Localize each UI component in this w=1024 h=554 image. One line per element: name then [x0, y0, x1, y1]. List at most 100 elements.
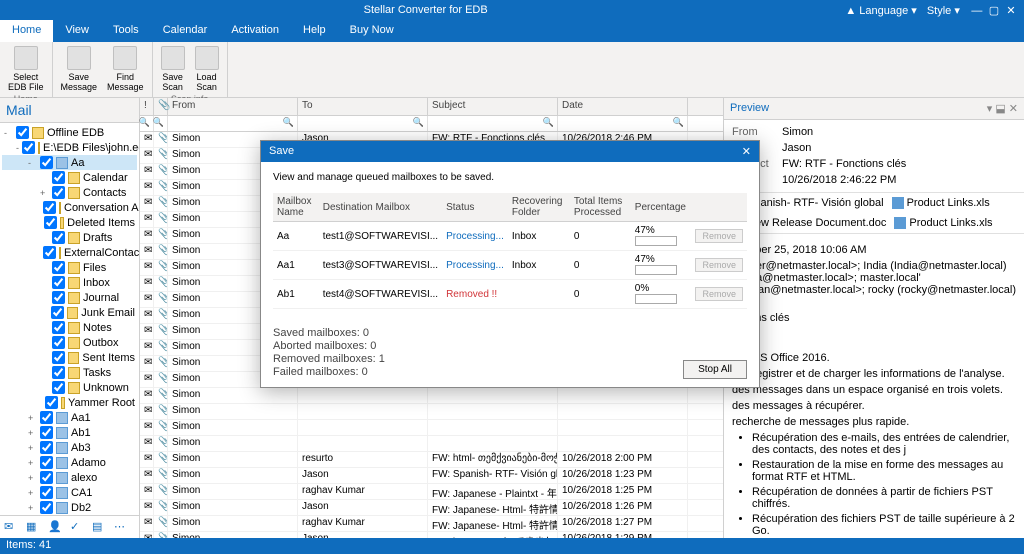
journal-icon[interactable]: ▤ — [92, 520, 106, 534]
tree-node[interactable]: Inbox — [2, 275, 137, 290]
tree-checkbox[interactable] — [52, 381, 65, 394]
tab-calendar[interactable]: Calendar — [151, 20, 220, 42]
ribbon-select-edb-file[interactable]: SelectEDB File — [6, 44, 46, 94]
tree-node[interactable]: +Adamo — [2, 455, 137, 470]
tree-node[interactable]: Junk Email — [2, 305, 137, 320]
ribbon-load-scan[interactable]: LoadScan — [193, 44, 221, 94]
tree-checkbox[interactable] — [52, 171, 65, 184]
maximize-button[interactable]: ▢ — [987, 4, 1001, 17]
mail-icon[interactable]: ✉ — [4, 520, 18, 534]
tree-node[interactable]: Outbox — [2, 335, 137, 350]
col-subject[interactable]: Subject — [428, 98, 558, 115]
table-row[interactable]: ✉📎Simonraghav KumarFW: Japanese- Html- 特… — [140, 516, 723, 532]
preview-pin-icon[interactable]: ▾ ⬓ ✕ — [987, 103, 1018, 115]
tree-node[interactable]: +Aa1 — [2, 410, 137, 425]
stop-all-button[interactable]: Stop All — [683, 360, 747, 379]
style-dropdown[interactable]: Style ▾ — [927, 4, 960, 17]
tree-checkbox[interactable] — [52, 261, 65, 274]
ribbon-save-message[interactable]: SaveMessage — [59, 44, 100, 94]
tree-checkbox[interactable] — [43, 246, 56, 259]
tab-view[interactable]: View — [53, 20, 101, 42]
tab-buy-now[interactable]: Buy Now — [338, 20, 406, 42]
tree-node[interactable]: Drafts — [2, 230, 137, 245]
ribbon-save-scan[interactable]: SaveScan — [159, 44, 187, 94]
tree-checkbox[interactable] — [40, 426, 53, 439]
close-button[interactable]: ✕ — [1004, 4, 1018, 17]
tab-activation[interactable]: Activation — [219, 20, 291, 42]
more-icon[interactable]: ⋯ — [114, 520, 128, 534]
table-row[interactable]: ✉📎Simonraghav KumarFW: Japanese - Plaint… — [140, 484, 723, 500]
tree-checkbox[interactable] — [40, 441, 53, 454]
tree-checkbox[interactable] — [52, 321, 65, 334]
tree-checkbox[interactable] — [40, 471, 53, 484]
folder-tree[interactable]: -Offline EDB-E:\EDB Files\john.edb-AaCal… — [0, 123, 139, 515]
tree-checkbox[interactable] — [40, 156, 53, 169]
tree-checkbox[interactable] — [40, 501, 53, 514]
tree-node[interactable]: +Ab3 — [2, 440, 137, 455]
tree-node[interactable]: Journal — [2, 290, 137, 305]
tree-node[interactable]: ExternalContacts — [2, 245, 137, 260]
attachment-item[interactable]: Product Links.xls — [894, 217, 992, 229]
remove-button[interactable]: Remove — [695, 287, 743, 301]
calendar-icon[interactable]: ▦ — [26, 520, 40, 534]
table-row[interactable]: ✉📎Simon — [140, 436, 723, 452]
tree-checkbox[interactable] — [43, 201, 56, 214]
table-row[interactable]: ✉📎Simon — [140, 420, 723, 436]
tree-node[interactable]: +alexo — [2, 470, 137, 485]
tree-node[interactable]: +Contacts — [2, 185, 137, 200]
tree-checkbox[interactable] — [52, 186, 65, 199]
tree-checkbox[interactable] — [52, 276, 65, 289]
table-row[interactable]: ✉📎Simon — [140, 404, 723, 420]
tree-node[interactable]: Sent Items — [2, 350, 137, 365]
table-row[interactable]: ✉📎SimonJasonFW: Japanese- Html- 特許情報源10/… — [140, 500, 723, 516]
tree-checkbox[interactable] — [44, 216, 57, 229]
tree-node[interactable]: Conversation Action S — [2, 200, 137, 215]
tree-node[interactable]: Deleted Items — [2, 215, 137, 230]
tree-node[interactable]: Unknown — [2, 380, 137, 395]
attachment-item[interactable]: Product Links.xls — [892, 197, 990, 209]
tree-node[interactable]: +Ab1 — [2, 425, 137, 440]
tasks-icon[interactable]: ✓ — [70, 520, 84, 534]
table-row[interactable]: ✉📎SimonJasonFW: japanese-rtf - できましたか10/… — [140, 532, 723, 538]
table-row[interactable]: ✉📎SimonJasonFW: Spanish- RTF- Visión glo… — [140, 468, 723, 484]
tree-checkbox[interactable] — [52, 351, 65, 364]
ribbon-find-message[interactable]: FindMessage — [105, 44, 146, 94]
tree-checkbox[interactable] — [40, 456, 53, 469]
tree-checkbox[interactable] — [51, 306, 64, 319]
tree-node[interactable]: -E:\EDB Files\john.edb — [2, 140, 137, 155]
dialog-close-button[interactable]: ✕ — [742, 145, 751, 158]
tab-help[interactable]: Help — [291, 20, 338, 42]
col-attach-icon[interactable]: 📎 — [154, 98, 168, 115]
tree-checkbox[interactable] — [16, 126, 29, 139]
tab-tools[interactable]: Tools — [101, 20, 151, 42]
grid-filter-row[interactable] — [140, 116, 723, 132]
remove-button[interactable]: Remove — [695, 258, 743, 272]
tree-node[interactable]: +Db2 — [2, 500, 137, 515]
tree-node[interactable]: -Aa — [2, 155, 137, 170]
tab-home[interactable]: Home — [0, 20, 53, 42]
tree-checkbox[interactable] — [52, 366, 65, 379]
tree-node[interactable]: Tasks — [2, 365, 137, 380]
contacts-icon[interactable]: 👤 — [48, 520, 62, 534]
tree-checkbox[interactable] — [22, 141, 35, 154]
tree-node[interactable]: Notes — [2, 320, 137, 335]
tree-checkbox[interactable] — [52, 291, 65, 304]
tree-checkbox[interactable] — [52, 231, 65, 244]
tree-node[interactable]: +CA1 — [2, 485, 137, 500]
language-dropdown[interactable]: ▲ Language ▾ — [845, 4, 916, 17]
tree-checkbox[interactable] — [40, 411, 53, 424]
tree-node[interactable]: Files — [2, 260, 137, 275]
tree-node[interactable]: -Offline EDB — [2, 125, 137, 140]
tree-checkbox[interactable] — [40, 486, 53, 499]
col-to[interactable]: To — [298, 98, 428, 115]
tree-node[interactable]: Calendar — [2, 170, 137, 185]
col-date[interactable]: Date — [558, 98, 688, 115]
col-from[interactable]: From — [168, 98, 298, 115]
table-row[interactable]: ✉📎Simon — [140, 388, 723, 404]
remove-button[interactable]: Remove — [695, 229, 743, 243]
col-icon[interactable]: ! — [140, 98, 154, 115]
table-row[interactable]: ✉📎SimonresurtoFW: html- თემქვიანები-მოჭა… — [140, 452, 723, 468]
minimize-button[interactable]: — — [970, 5, 984, 17]
tree-checkbox[interactable] — [52, 336, 65, 349]
tree-node[interactable]: Yammer Root — [2, 395, 137, 410]
